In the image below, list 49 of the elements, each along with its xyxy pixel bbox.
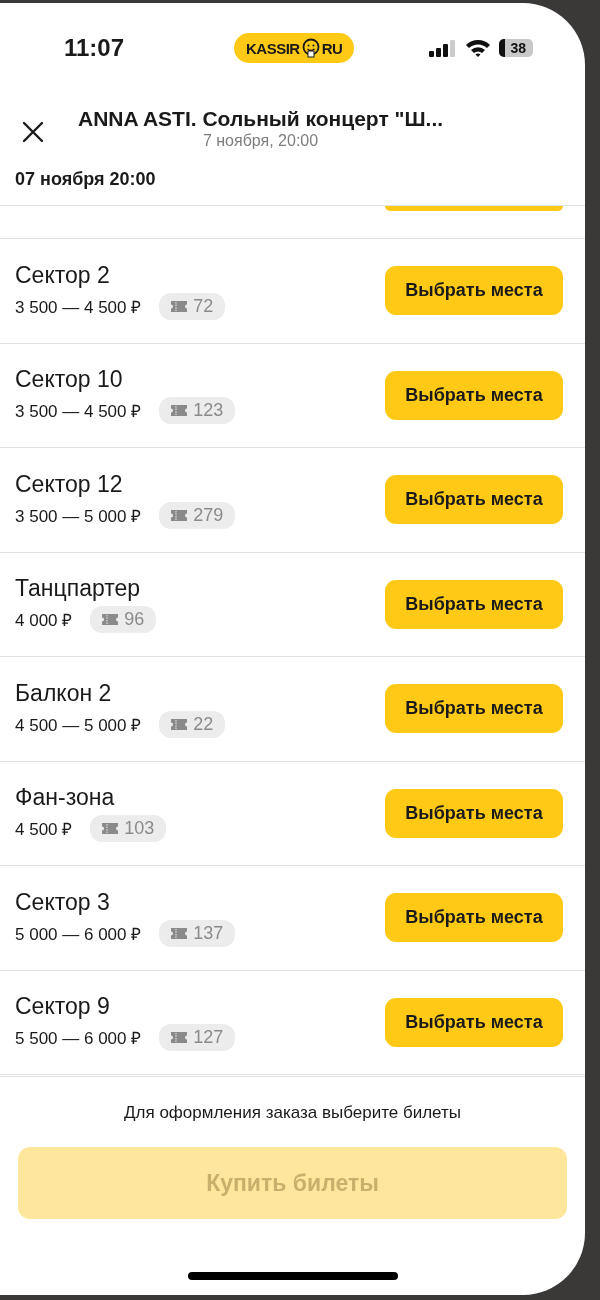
tickets-badge: 279 — [159, 501, 236, 529]
close-icon[interactable] — [22, 121, 44, 143]
select-seats-button[interactable]: Выбрать места — [385, 475, 563, 525]
ticket-icon — [171, 927, 188, 939]
select-seats-button[interactable]: Выбрать места — [385, 684, 563, 734]
ticket-icon — [171, 300, 188, 312]
tickets-badge: 72 — [159, 292, 226, 320]
tickets-badge: 137 — [159, 919, 236, 947]
wifi-icon — [465, 38, 492, 58]
order-hint: Для оформления заказа выберите билеты — [124, 1103, 461, 1123]
app-logo: KASSIR RU — [234, 33, 355, 63]
sector-name: Сектор 10 — [15, 366, 124, 394]
select-seats-button[interactable]: Выбрать места — [385, 370, 563, 420]
select-seats-button[interactable]: Выбрать места — [385, 893, 563, 943]
select-seats-button[interactable]: Выбрать места — [385, 579, 563, 629]
ticket-icon — [171, 1032, 188, 1044]
ticket-icon — [171, 509, 188, 521]
tickets-badge: 103 — [90, 815, 167, 843]
sector-name: Сектор 3 — [15, 888, 111, 916]
price-range: 3 500 — 4 500 ₽ — [15, 296, 142, 318]
tickets-badge: 127 — [159, 1024, 236, 1052]
price-range: 4 500 ₽ — [15, 819, 73, 841]
ticket-icon — [102, 823, 119, 835]
select-seats-button[interactable]: Выбрать места — [385, 266, 563, 316]
sector-name: Фан-зона — [15, 784, 116, 812]
tickets-badge: 22 — [159, 710, 226, 738]
price-range: 5 000 — 6 000 ₽ — [15, 923, 142, 945]
tickets-badge: 96 — [90, 606, 157, 634]
signal-icon — [429, 39, 458, 57]
sector-name: Сектор 2 — [15, 261, 111, 289]
price-range: 4 000 ₽ — [15, 610, 73, 632]
tickets-badge: 123 — [159, 397, 236, 425]
sector-name: Танцпартер — [15, 575, 142, 603]
ticket-icon — [171, 405, 188, 417]
price-range: 3 500 — 4 500 ₽ — [15, 401, 142, 423]
price-range: 5 500 — 6 000 ₽ — [15, 1028, 142, 1050]
sector-name: Балкон 2 — [15, 679, 113, 707]
price-range: 4 500 — 5 000 ₽ — [15, 714, 142, 736]
ticket-icon — [171, 718, 188, 730]
sector-name: Сектор 9 — [15, 993, 111, 1021]
select-seats-button[interactable]: Выбрать места — [385, 997, 563, 1047]
price-range: 3 500 — 5 000 ₽ — [15, 505, 142, 527]
sector-name: Сектор 12 — [15, 470, 124, 498]
battery-icon: 38 — [499, 39, 534, 57]
event-title: ANNA ASTI. Сольный концерт "Ш... — [78, 106, 444, 131]
ticket-icon — [102, 614, 119, 626]
status-time: 11:07 — [64, 34, 126, 62]
event-date: 7 ноября, 20:00 — [202, 131, 319, 150]
select-seats-button[interactable]: Выбрать места — [385, 788, 563, 838]
